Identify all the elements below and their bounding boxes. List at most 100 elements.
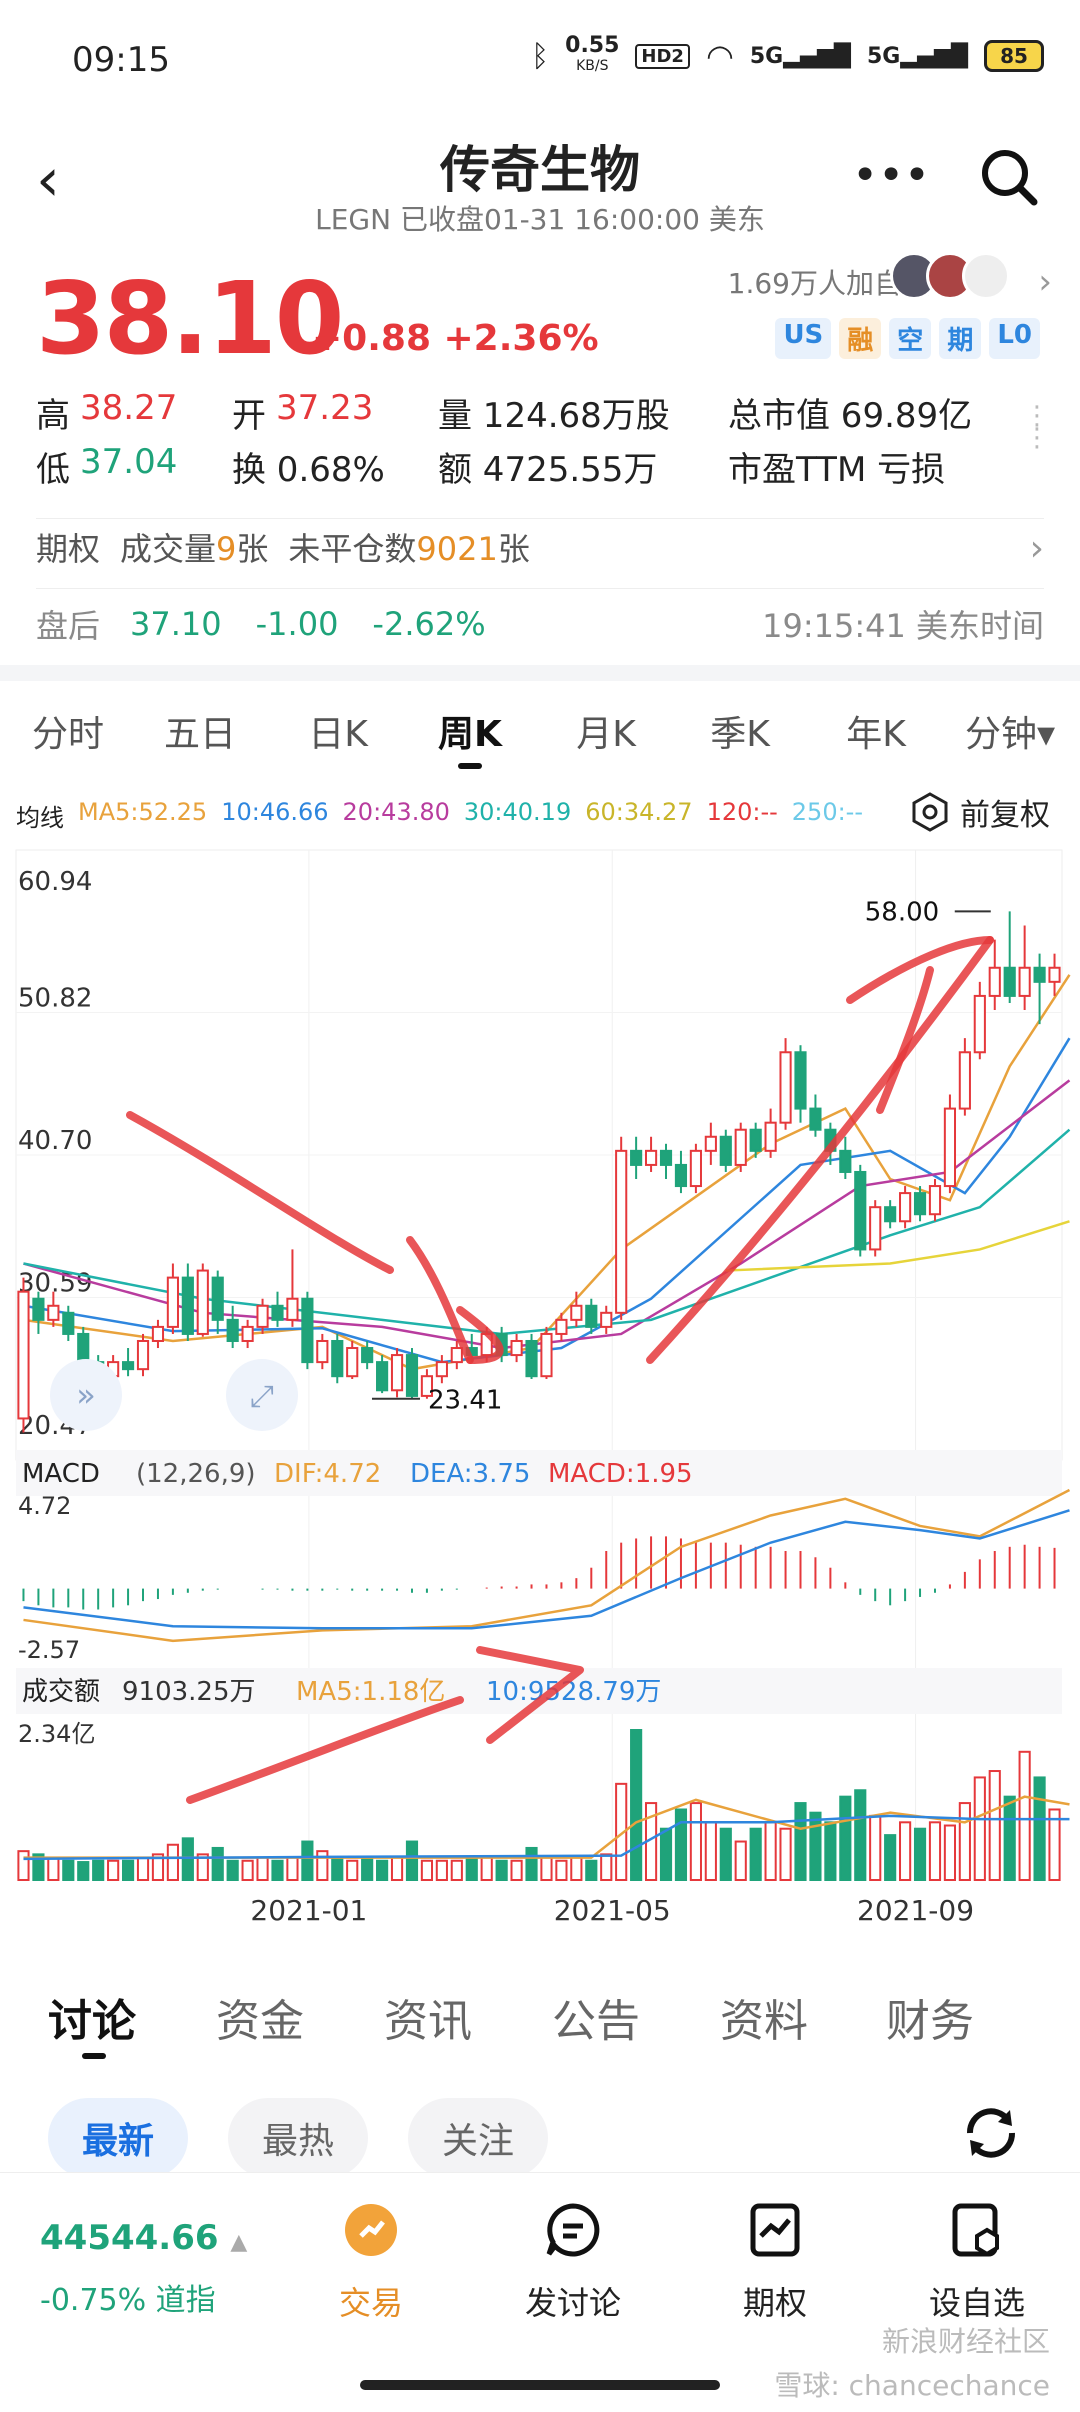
turnover-bar xyxy=(869,1814,882,1882)
price-change: +0.88 +2.36% xyxy=(312,318,599,359)
annotation-arrow-down xyxy=(126,1111,394,1274)
turnover-bar xyxy=(17,1850,30,1882)
nav-add-watchlist[interactable]: 设自选 xyxy=(902,2200,1052,2324)
candle-body xyxy=(943,1107,957,1188)
more-icon[interactable]: ••• xyxy=(852,150,930,201)
index-value[interactable]: 44544.66 ▲ xyxy=(40,2218,247,2258)
candle-body xyxy=(928,1185,942,1216)
follower-avatars[interactable] xyxy=(890,252,1010,300)
battery-icon: 85 xyxy=(984,40,1044,72)
candle-body xyxy=(286,1297,299,1321)
turnover-bar xyxy=(271,1859,284,1881)
pill-hot[interactable]: 最热 xyxy=(228,2098,369,2178)
macd-y-top: 4.72 xyxy=(18,1492,71,1520)
turnover-bar xyxy=(420,1859,434,1881)
tab-quarterly[interactable]: 季K xyxy=(700,705,780,757)
candle-body xyxy=(331,1339,344,1378)
ma-line-ma20 xyxy=(23,1079,1071,1350)
turnover-bar xyxy=(286,1856,299,1881)
turnover-bar xyxy=(555,1859,568,1881)
tab-profile[interactable]: 资料 xyxy=(720,1985,808,2049)
chevron-right-icon[interactable]: › xyxy=(1038,262,1052,302)
macd-dif: DIF:4.72 xyxy=(274,1459,381,1489)
current-price: 38.10 xyxy=(36,260,344,377)
nav-trade[interactable]: 交易 xyxy=(296,2200,446,2324)
candle-body xyxy=(346,1347,359,1378)
tab-weekly[interactable]: 周K xyxy=(430,705,510,757)
nav-options[interactable]: 期权 xyxy=(700,2200,850,2324)
market-status: LEGN 已收盘01-31 16:00:00 美东 xyxy=(315,203,765,236)
y-tick-label: 60.94 xyxy=(18,867,92,897)
turnover-bar xyxy=(480,1856,493,1881)
candle-body xyxy=(809,1107,822,1131)
candle-body xyxy=(839,1149,852,1173)
turnover-bar xyxy=(316,1850,329,1882)
turnover-bar xyxy=(1018,1750,1031,1881)
pill-following[interactable]: 关注 xyxy=(408,2098,549,2178)
tab-5day[interactable]: 五日 xyxy=(160,705,240,757)
turnover-bar xyxy=(659,1827,673,1882)
comment-icon xyxy=(546,2203,600,2257)
tab-discussion[interactable]: 讨论 xyxy=(48,1985,136,2049)
candle-body xyxy=(256,1304,269,1328)
x-tick-label: 2021-01 xyxy=(250,1894,367,1927)
tag-us: US xyxy=(775,318,832,359)
chevron-right-icon: › xyxy=(1029,527,1044,569)
turnover-bar xyxy=(361,1856,374,1881)
macd-value: MACD:1.95 xyxy=(548,1459,693,1489)
refresh-icon[interactable] xyxy=(958,2100,1024,2166)
turnover-ma5: MA5:1.18亿 xyxy=(296,1677,445,1707)
tab-minute[interactable]: 分钟▾ xyxy=(950,705,1070,757)
adjust-selector[interactable]: 前复权 xyxy=(910,790,1050,834)
status-time: 09:15 xyxy=(72,40,170,80)
turnover-bar xyxy=(525,1846,538,1882)
turnover-bar xyxy=(495,1859,508,1881)
tab-monthly[interactable]: 月K xyxy=(566,705,646,757)
options-summary[interactable]: 期权 成交量 9 张 未平仓数 9021 张 › xyxy=(36,518,1044,578)
tab-funds[interactable]: 资金 xyxy=(216,1985,304,2049)
candle-body xyxy=(689,1149,702,1188)
ma-line-ma10 xyxy=(23,1037,1071,1364)
turnover-ma10-line xyxy=(23,1814,1070,1861)
turnover-bar xyxy=(376,1859,389,1881)
tab-yearly[interactable]: 年K xyxy=(836,705,916,757)
tab-news[interactable]: 资讯 xyxy=(384,1985,472,2049)
candle-body xyxy=(301,1297,314,1364)
low-marker-label: 23.41 xyxy=(428,1386,502,1416)
candle-body xyxy=(1018,966,1031,997)
tab-intraday[interactable]: 分时 xyxy=(28,705,108,757)
y-tick-label: 50.82 xyxy=(18,984,92,1014)
candle-body xyxy=(1003,966,1016,997)
candle-body xyxy=(794,1051,807,1110)
status-bar: 09:15 ᛒ 0.55 KB/S HD2 ◠ 5G▂▄▆█ 5G▂▄▆█ 85 xyxy=(0,0,1080,120)
pill-latest[interactable]: 最新 xyxy=(48,2098,189,2178)
turnover-bar xyxy=(734,1840,747,1881)
options-chart-icon xyxy=(750,2203,800,2257)
tab-financials[interactable]: 财务 xyxy=(886,1985,974,2049)
quote-stats: 高 38.27 开 37.23 量 124.68万股 总市值 69.89亿 低 37.… xyxy=(36,385,1046,493)
tab-daily[interactable]: 日K xyxy=(298,705,378,757)
candle-body xyxy=(450,1347,463,1364)
candle-body xyxy=(121,1361,135,1371)
search-icon[interactable] xyxy=(978,146,1040,208)
turnover-bar xyxy=(166,1843,179,1881)
candle-body xyxy=(32,1297,45,1321)
tab-active-indicator xyxy=(82,2053,106,2059)
candle-body xyxy=(435,1361,448,1378)
nav-post[interactable]: 发讨论 xyxy=(498,2200,648,2324)
candle-body xyxy=(405,1354,419,1397)
stats-expand-icon[interactable]: ⋮ ⋮ xyxy=(1024,403,1050,451)
candle-body xyxy=(241,1325,254,1342)
trade-icon xyxy=(345,2204,397,2256)
tag-margin: 融 xyxy=(839,318,882,359)
kline-chart[interactable]: 60.9450.8240.7030.5920.4758.0023.41MACD(… xyxy=(0,840,1080,1930)
candle-body xyxy=(361,1347,374,1364)
turnover-bar xyxy=(779,1827,792,1882)
macd-label: MACD xyxy=(22,1459,100,1489)
macd-params: (12,26,9) xyxy=(136,1459,256,1489)
turnover-bar xyxy=(824,1821,837,1881)
tab-announcements[interactable]: 公告 xyxy=(552,1985,640,2049)
candle-body xyxy=(644,1149,658,1166)
turnover-bar xyxy=(226,1859,239,1881)
turnover-bar xyxy=(92,1859,105,1881)
